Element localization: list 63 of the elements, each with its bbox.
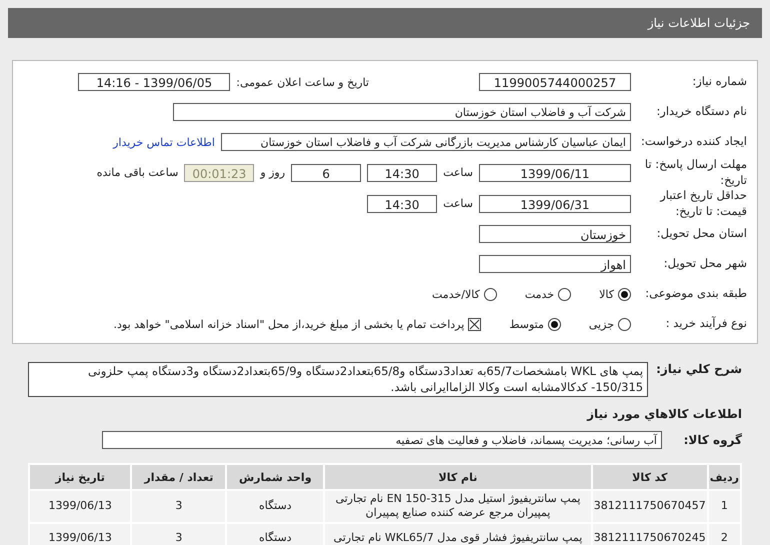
column-header: تعداد / مقدار: [132, 465, 226, 490]
radio-button[interactable]: [484, 288, 497, 301]
value-field: خوزستان: [479, 225, 631, 244]
table-cell: 1: [708, 491, 740, 522]
value-field: 6: [291, 164, 362, 182]
countdown-field: 00:01:23: [184, 164, 254, 182]
table-cell: 3: [132, 491, 226, 522]
field-label: ایجاد کننده درخواست:: [640, 134, 747, 150]
table-cell: 3812111750670245: [592, 524, 707, 545]
radio-label: کالا/خدمت: [432, 288, 480, 301]
contact-link[interactable]: اطلاعات تماس خریدار: [113, 136, 215, 148]
value-field: 14:30: [367, 194, 438, 213]
description-label: شرح كلي نياز:: [656, 362, 742, 376]
value-field: اهواز: [479, 255, 631, 274]
value-field: ایمان عباسیان کارشناس مدیریت بازرگانی شرکت آب و فاضلاب استان خوزستان: [221, 133, 631, 151]
column-header: نام کالا: [325, 465, 591, 490]
radio-label: خدمت: [524, 288, 554, 301]
table-cell: 3812111750670457: [592, 491, 707, 522]
column-header: تاریخ نیاز: [30, 465, 130, 490]
value-field: 1399/06/11: [479, 164, 631, 182]
table-cell: پمپ سانتریفیوژ فشار قوی مدل WKL65/7 نام تجارتی: [325, 524, 591, 545]
table-cell: 1399/06/13: [30, 491, 130, 522]
column-header: کد کالا: [592, 465, 707, 490]
table-cell: دستگاه: [227, 491, 324, 522]
value-field: 14:30: [367, 164, 438, 182]
value-field: شرکت آب و فاضلاب استان خوزستان: [173, 103, 631, 121]
value-field: آب رسانی؛ مدیریت پسماند، فاضلاب و فعالیت های تصفیه: [102, 431, 662, 450]
table-cell: پمپ سانتریفیوژ استیل مدل EN 150-315 نام تجارتی پمپیران مرجع عرضه کننده صنایع پمپیران: [325, 491, 591, 522]
column-header: ردیف: [708, 465, 740, 490]
radio-label: جزیی: [588, 318, 614, 331]
radio-button[interactable]: [618, 318, 631, 331]
radio-label: متوسط: [509, 318, 544, 331]
value-field: 1399/06/05 - 14:16: [78, 73, 230, 91]
field-label: تاریخ و ساعت اعلان عمومی:: [236, 76, 369, 88]
table-cell: 2: [708, 524, 740, 545]
description-text: پمپ های WKL بامشخصات65/7به تعداد3دستگاه و65/8بتعداد2دستگاه و65/9بتعداد2دستگاه و3دستگاه پمپ حلزونی 150/315- کدکالامشابه است وکالا الزاماایرانی باشد.: [28, 362, 648, 398]
field-label: ساعت باقی مانده: [96, 166, 178, 180]
table-cell: 1399/06/13: [30, 524, 130, 545]
value-field: 1399/06/31: [479, 194, 631, 213]
field-label: شهر محل تحویل:: [662, 256, 747, 272]
goods-group-label: گروه کالا:: [682, 433, 742, 448]
field-label: شماره نیاز:: [691, 74, 747, 90]
field-label: ساعت: [443, 166, 473, 180]
table-cell: دستگاه: [227, 524, 324, 545]
field-label: استان محل تحویل:: [656, 226, 747, 242]
radio-label: کالا: [599, 288, 614, 301]
field-label: نام دستگاه خریدار:: [655, 104, 747, 120]
column-header: واحد شمارش: [227, 465, 324, 490]
field-label: روز و: [260, 166, 286, 180]
field-label: ساعت: [443, 197, 473, 210]
checkbox-label: پرداخت تمام یا بخشی از مبلغ خرید،از محل "اسناد خزانه اسلامی" خواهد بود.: [114, 318, 464, 331]
value-field: 1199005744000257: [479, 73, 631, 91]
radio-button[interactable]: [548, 318, 561, 331]
section-title: اطلاعات كالاهاي مورد نياز: [587, 407, 742, 422]
table-cell: 3: [132, 524, 226, 545]
checkbox[interactable]: [468, 318, 482, 331]
radio-button[interactable]: [558, 288, 572, 301]
page-title-bar: جزئیات اطلاعات نیاز: [8, 8, 762, 38]
field-label: مهلت ارسال پاسخ: تا تاریخ:: [644, 157, 747, 188]
field-label: حداقل تاریخ اعتبار قیمت: تا تاریخ:: [658, 188, 747, 220]
radio-button[interactable]: [618, 288, 631, 301]
field-label: نوع فرآیند خرید :: [664, 316, 747, 332]
field-label: طبقه بندی موضوعی:: [644, 286, 747, 302]
